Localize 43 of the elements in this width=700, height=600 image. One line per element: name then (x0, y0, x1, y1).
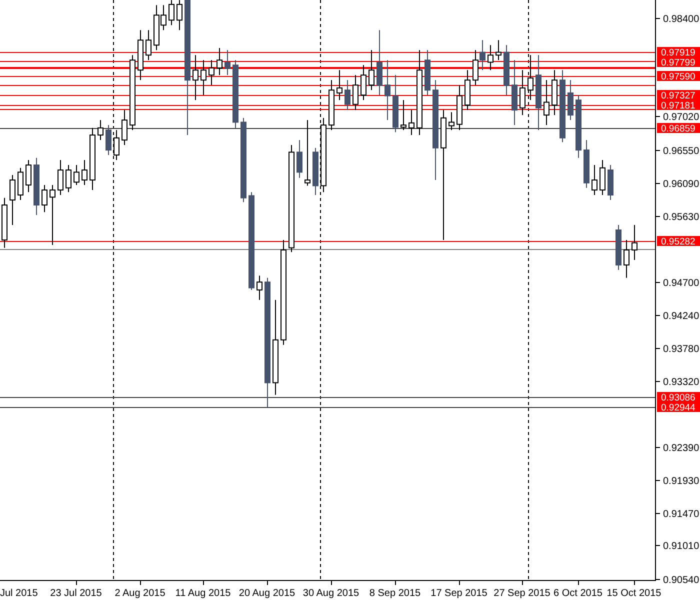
price-axis-label: 0.95630 (663, 212, 700, 223)
ref-line-label: 0.96859 (661, 124, 696, 134)
date-axis-label: 6 Oct 2015 (554, 588, 602, 599)
price-axis-label: 0.91010 (663, 541, 700, 552)
ref-line-label: 0.97799 (661, 58, 696, 68)
ref-line-label: 0.93086 (661, 392, 696, 404)
date-axis-label: Jul 2015 (0, 588, 38, 599)
date-axis-label: 17 Sep 2015 (430, 588, 488, 599)
price-axis-label: 0.98400 (663, 14, 700, 25)
price-label: 0.97590 (657, 71, 700, 82)
date-axis-label: 15 Oct 2015 (606, 588, 662, 599)
ref-line-label: 0.97590 (661, 72, 696, 82)
price-axis-label: 0.92390 (663, 443, 700, 454)
ref-line-label: 0.97327 (661, 90, 696, 102)
price-label: 0.92944 (657, 402, 700, 414)
date-axis-label: 30 Aug 2015 (302, 588, 360, 599)
price-axis-label: 0.90540 (663, 575, 700, 586)
price-axis-label: 0.91930 (663, 476, 700, 487)
ref-line-label: 0.92944 (661, 402, 696, 414)
price-axis-label: 0.96550 (663, 146, 700, 157)
price-label: 0.96859 (657, 123, 700, 134)
price-label: 0.93086 (657, 392, 700, 404)
price-axis-label: 0.94700 (663, 278, 700, 289)
price-label: 0.97919 (657, 47, 700, 58)
price-axis-label: 0.97020 (663, 112, 700, 123)
ref-line-label: 0.95282 (661, 236, 696, 248)
date-axis-label: 2 Aug 2015 (114, 588, 166, 599)
date-axis-label: 20 Aug 2015 (238, 588, 296, 599)
date-axis-label: 8 Sep 2015 (369, 588, 421, 599)
price-label: 0.97181 (657, 100, 700, 112)
price-axis-label: 0.96090 (663, 179, 700, 190)
price-label: 0.97327 (657, 90, 700, 102)
price-axis-label: 0.93320 (663, 377, 700, 388)
price-label: 0.95282 (657, 236, 700, 248)
price-axis-label: 0.93780 (663, 344, 700, 355)
date-axis-label: 23 Jul 2015 (50, 588, 102, 599)
date-axis-label: 11 Aug 2015 (175, 588, 231, 599)
ref-line-label: 0.97919 (661, 48, 696, 58)
price-axis-label: 0.94240 (663, 311, 700, 322)
date-axis-label: 27 Sep 2015 (494, 588, 550, 599)
price-axis-label: 0.91470 (663, 509, 700, 520)
price-label: 0.97799 (657, 57, 700, 68)
ref-line-label: 0.97181 (661, 100, 696, 112)
